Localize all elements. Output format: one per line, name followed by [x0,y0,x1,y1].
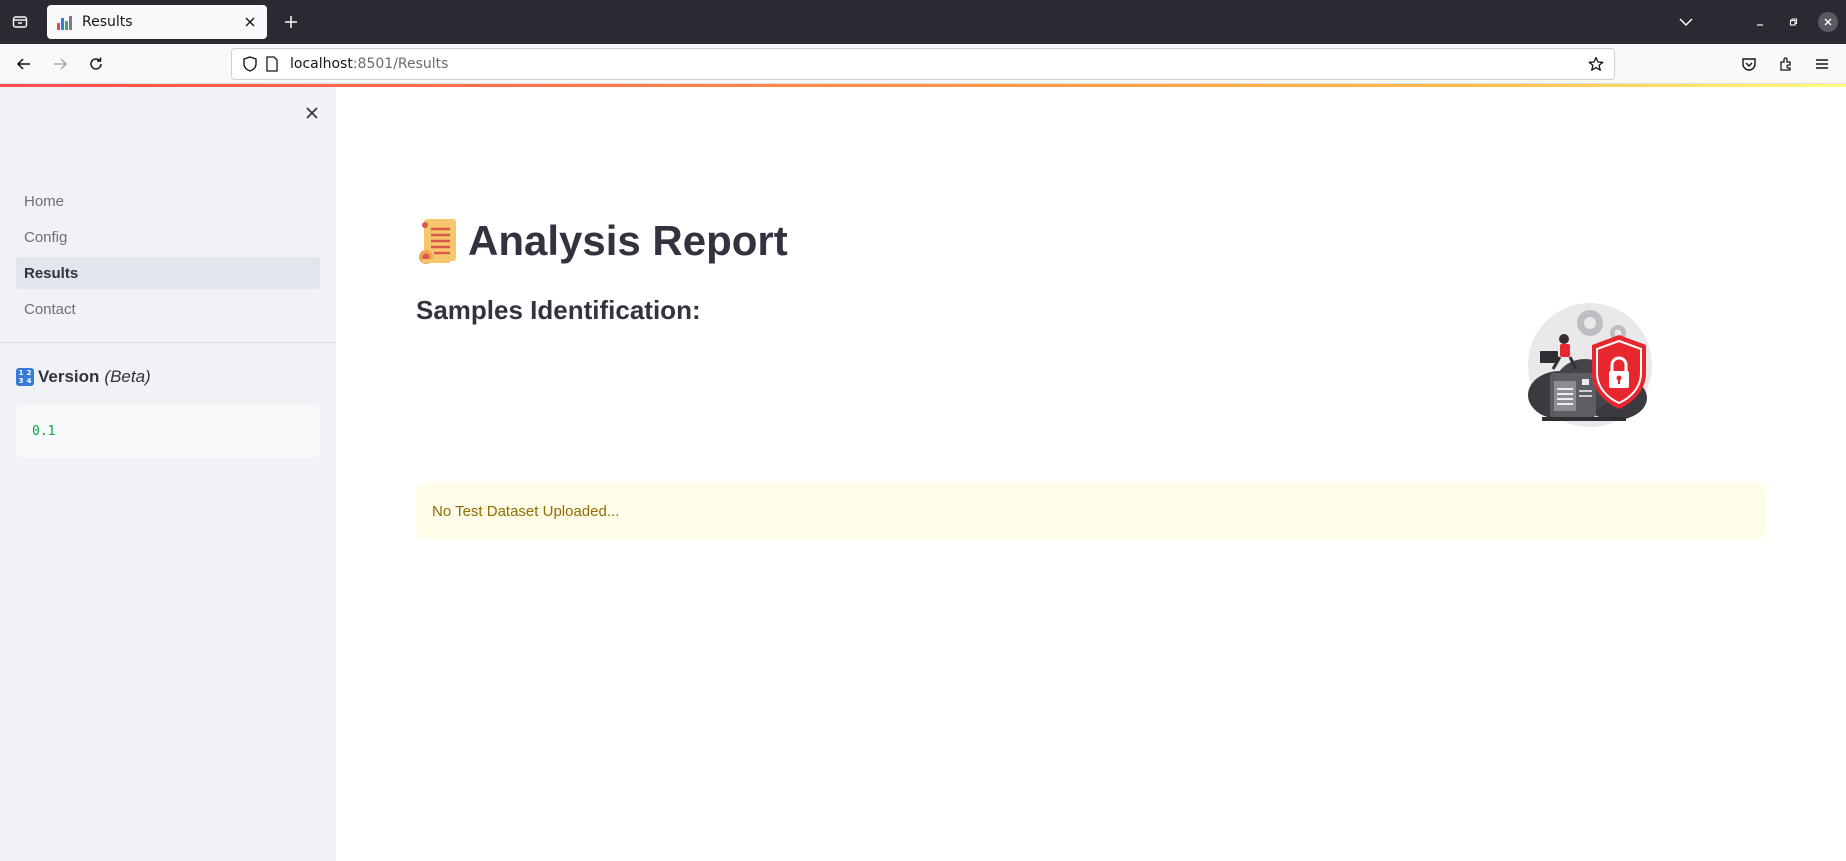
sidebar-item-config[interactable]: Config [16,221,320,253]
security-illustration [1520,303,1660,433]
back-icon[interactable] [13,53,35,75]
tab-title: Results [82,14,133,30]
version-code-block: 0.1 [16,405,320,458]
extensions-icon[interactable] [1775,53,1797,75]
list-all-tabs-icon[interactable] [1676,12,1696,32]
pocket-icon[interactable] [1738,53,1760,75]
url-bar[interactable]: localhost:8501/Results [231,48,1615,80]
sidebar-nav: Home Config Results Contact [16,185,320,329]
version-heading: 1234 Version (Beta) [16,367,151,387]
minimize-icon[interactable] [1750,12,1770,32]
url-text[interactable]: localhost:8501/Results [290,56,448,72]
warning-text: No Test Dataset Uploaded... [432,502,620,520]
tab-close-icon[interactable] [240,12,260,32]
numbers-icon: 1234 [16,368,34,386]
sidebar-item-home[interactable]: Home [16,185,320,217]
scroll-icon [416,217,460,265]
sidebar-item-contact[interactable]: Contact [16,293,320,325]
sidebar-close-icon[interactable] [300,101,324,125]
browser-nav-bar: localhost:8501/Results [0,44,1846,84]
browser-tab-bar: Results [0,0,1846,44]
close-window-icon[interactable] [1818,12,1838,32]
sidebar: Home Config Results Contact 1234 Version… [0,87,336,861]
tab-list-icon[interactable] [8,10,32,34]
bookmark-star-icon[interactable] [1586,54,1606,74]
forward-icon[interactable] [49,53,71,75]
version-value: 0.1 [32,424,56,439]
main-content: Analysis Report Samples Identification: [336,87,1846,861]
page-icon[interactable] [262,54,282,74]
section-heading: Samples Identification: [416,295,701,325]
version-label: Version [38,367,100,386]
page-heading: Analysis Report [468,217,788,264]
sidebar-divider [0,342,336,343]
shield-icon[interactable] [240,54,260,74]
new-tab-icon[interactable] [280,11,302,33]
page-title: Analysis Report [416,217,788,265]
reload-icon[interactable] [85,53,107,75]
tab-results[interactable]: Results [47,5,267,39]
sidebar-item-results[interactable]: Results [16,257,320,289]
no-dataset-warning: No Test Dataset Uploaded... [416,483,1766,539]
chart-favicon-icon [57,14,73,30]
version-tag: (Beta) [104,367,151,386]
restore-icon[interactable] [1783,12,1803,32]
menu-icon[interactable] [1811,53,1833,75]
